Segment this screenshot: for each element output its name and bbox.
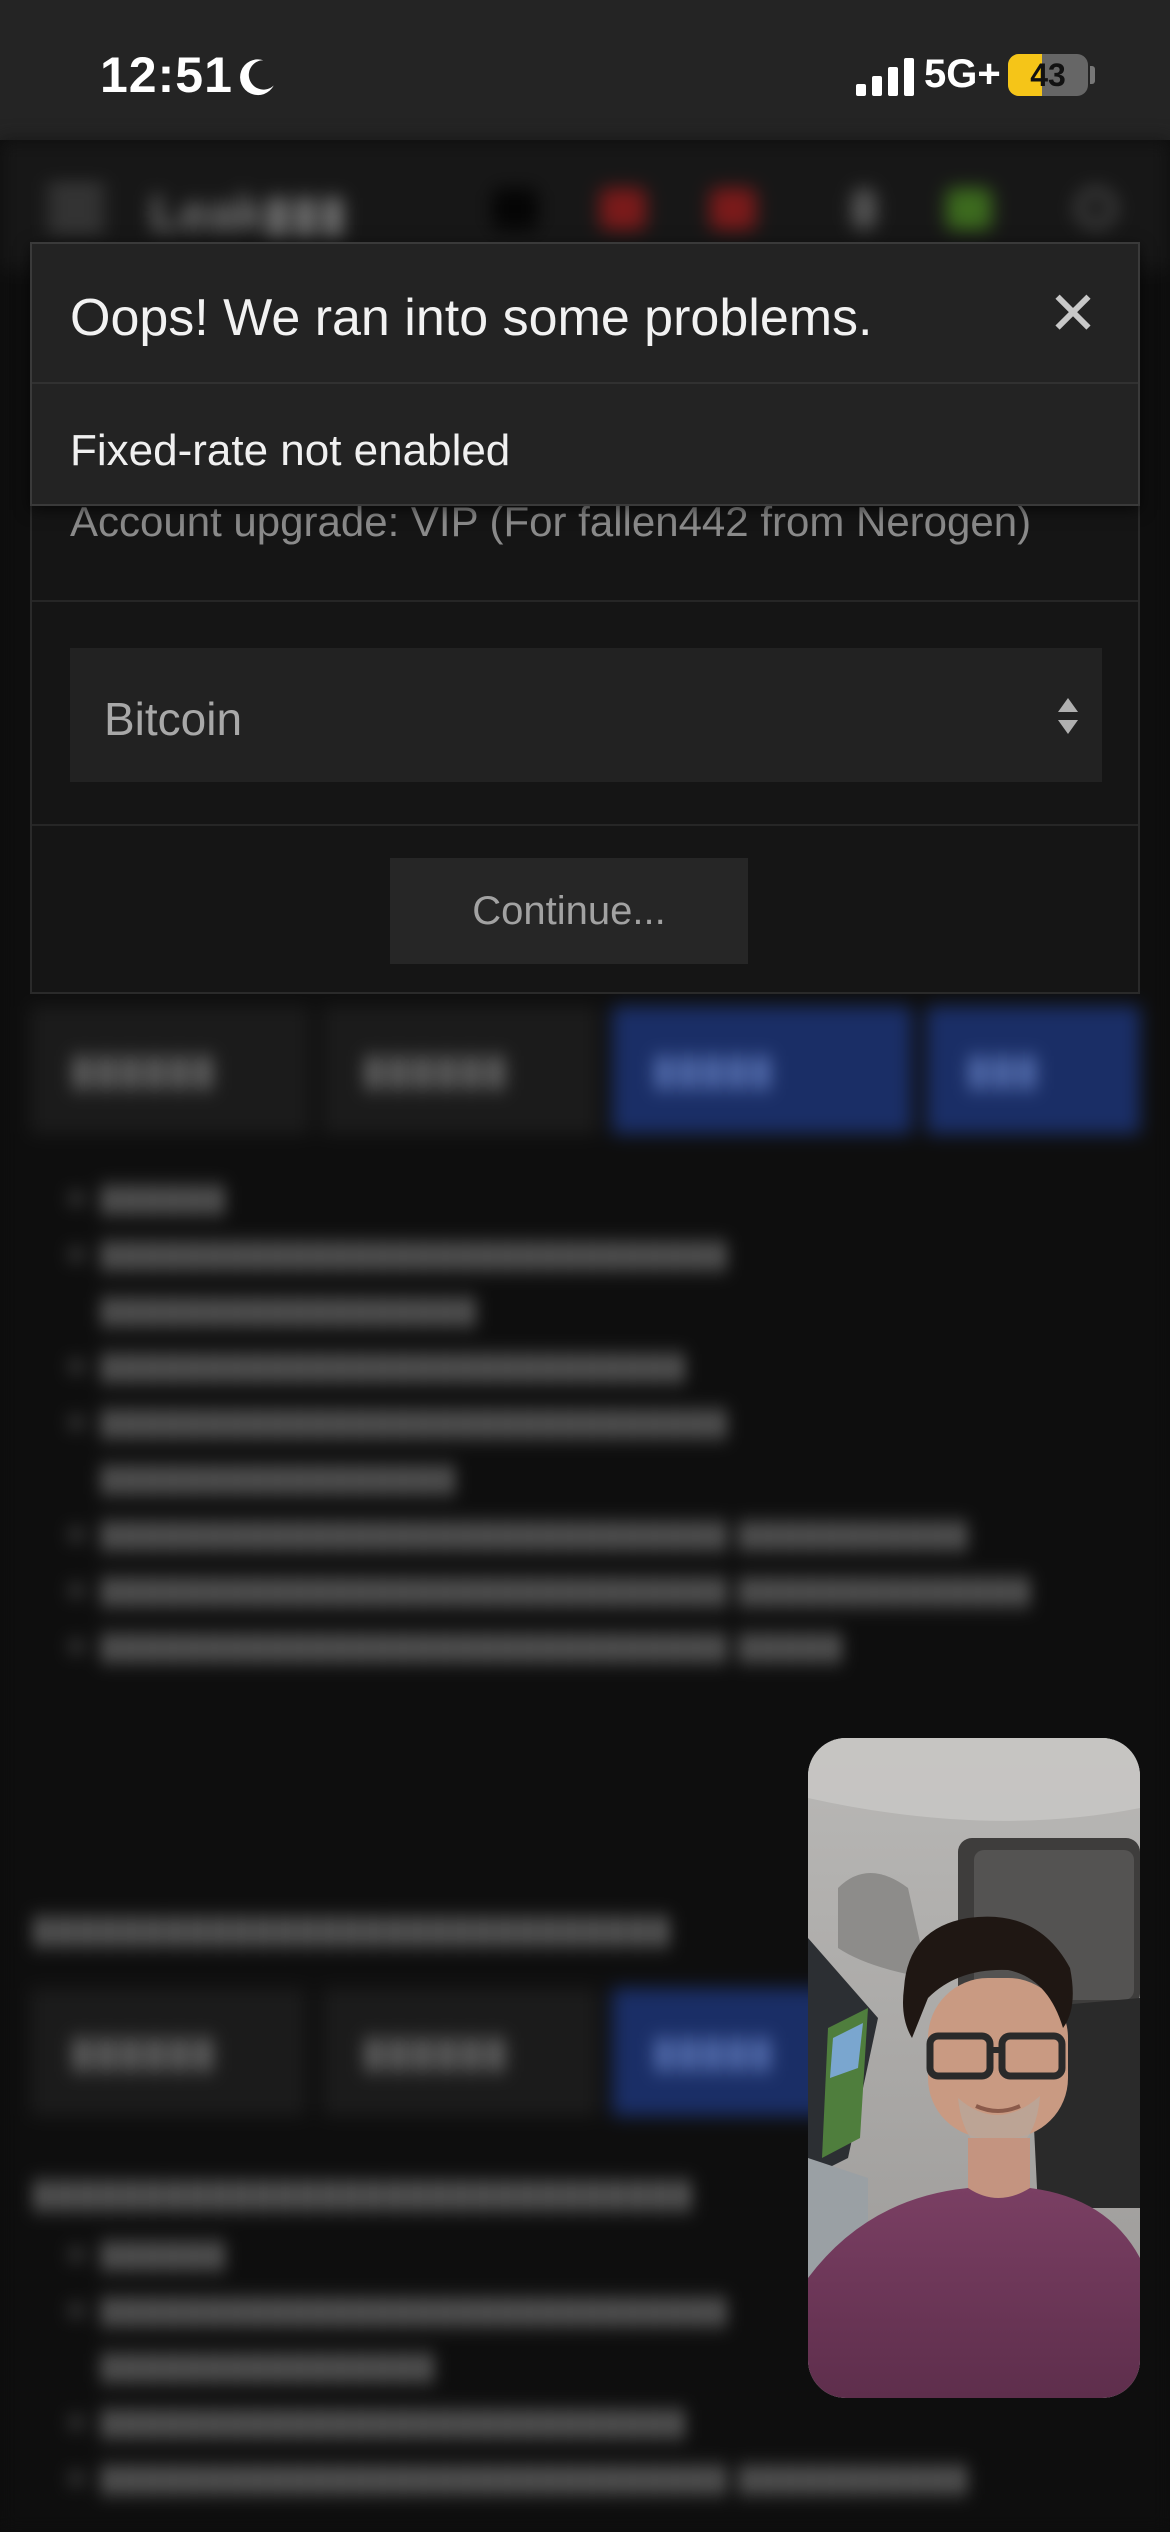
gift-chip: ▮▮▮ [926, 1006, 1140, 1134]
status-bar: 12:51 5G+ 43 [0, 0, 1170, 140]
battery-tip [1090, 66, 1095, 84]
error-message: Fixed-rate not enabled [70, 426, 511, 475]
vip-features-list: ▮▮▮▮▮▮ ▮▮▮▮▮▮▮▮▮▮▮▮▮▮▮▮▮▮▮▮▮▮▮▮▮▮▮▮▮▮ ▮▮… [100, 1170, 1060, 1674]
vip-purchase-row: ▮▮▮▮▮▮ ▮▮▮▮▮▮ ▮▮▮▮▮ ▮▮▮ [30, 1006, 1140, 1134]
menu-icon [48, 186, 104, 230]
error-divider [32, 382, 1138, 384]
cellular-signal-icon [856, 58, 914, 96]
status-time: 12:51 [100, 47, 233, 103]
select-arrows-icon [1058, 698, 1078, 734]
payment-chip: ▮▮▮▮▮▮ [322, 1006, 598, 1134]
network-type: 5G+ [924, 52, 1001, 96]
currency-selected-value: Bitcoin [104, 693, 243, 745]
error-banner: Oops! We ran into some problems. ✕ Fixed… [30, 242, 1140, 506]
payment-chip: ▮▮▮▮▮▮ [322, 1988, 598, 2116]
price-chip: ▮▮▮▮▮▮ [30, 1988, 306, 2116]
battery-percentage: 43 [1030, 57, 1066, 93]
currency-select[interactable]: Bitcoin [70, 648, 1102, 782]
price-chip: ▮▮▮▮▮▮ [30, 1006, 310, 1134]
chat-icon [946, 188, 992, 230]
close-icon[interactable]: ✕ [1042, 284, 1104, 348]
self-view-camera [808, 1738, 1140, 2398]
modal-divider [32, 600, 1138, 602]
vip-plus-note: ▮▮▮▮▮▮▮▮▮▮▮▮▮▮▮▮▮▮▮▮▮▮▮▮▮▮▮▮▮▮ [32, 2171, 693, 2215]
facetime-self-view[interactable] [808, 1738, 1140, 2398]
battery-indicator: 43 [1008, 54, 1088, 96]
modal-divider [32, 824, 1138, 826]
search-icon [1076, 188, 1116, 228]
moon-icon [240, 59, 274, 96]
error-title: Oops! We ran into some problems. [70, 289, 873, 347]
continue-button[interactable]: Continue... [390, 858, 748, 964]
alerts-icon [600, 188, 646, 230]
messages-icon [710, 188, 756, 230]
user-icon [852, 188, 876, 230]
purchase-chip: ▮▮▮▮▮ [612, 1006, 912, 1134]
site-logo: Leak▮▮▮ [150, 185, 347, 241]
nav-icon [492, 188, 538, 230]
vip-plus-heading: ▮▮▮▮▮▮▮▮▮▮▮▮▮▮▮▮▮▮▮▮▮▮▮▮▮▮▮▮▮ [32, 1907, 671, 1951]
